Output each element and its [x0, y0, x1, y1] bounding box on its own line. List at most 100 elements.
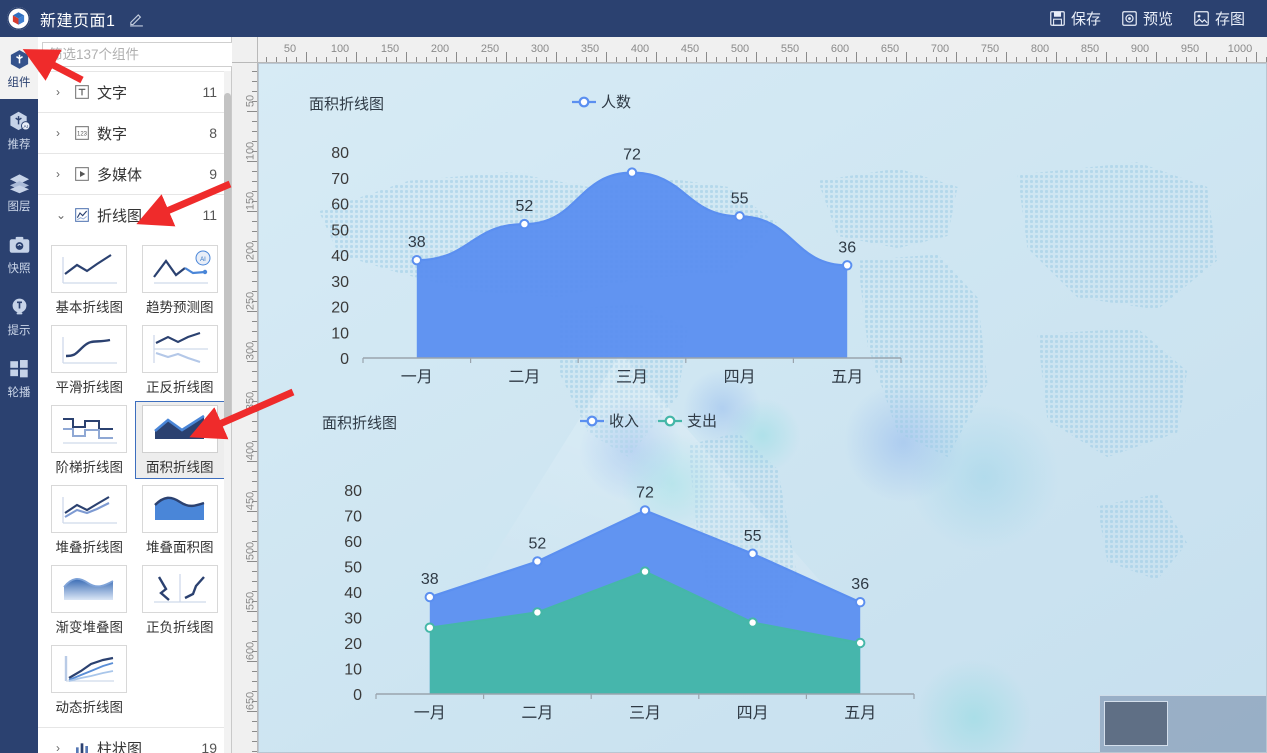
data-point-marker	[532, 607, 543, 618]
ruler-tick	[1206, 52, 1207, 62]
ruler-tick	[252, 231, 257, 232]
ruler-tick	[252, 481, 257, 482]
data-point-label: 36	[838, 239, 856, 256]
canvas-page[interactable]: 面积折线图 人数 0 10 20 30 40 50 60 70 80 38 52 72 55 36 一月 二月…	[258, 63, 1267, 753]
panel-scrollbar-thumb[interactable]	[224, 93, 231, 423]
data-point-marker	[639, 505, 651, 516]
category-row-line-chart[interactable]: ⌄ 折线图 11	[38, 194, 231, 235]
thumb-basic-line[interactable]: 基本折线图	[44, 241, 135, 319]
ruler-tick	[252, 751, 257, 752]
rail-item-recommend[interactable]: AI 推荐	[0, 99, 38, 161]
component-search-input[interactable]	[42, 41, 233, 67]
ruler-tick	[726, 57, 727, 62]
ruler-label: 750	[980, 43, 1000, 55]
y-axis-tick-label: 0	[353, 687, 362, 704]
save-image-button[interactable]: 存图	[1183, 5, 1255, 32]
preview-button-label: 预览	[1142, 11, 1173, 28]
thumb-stacked-line[interactable]: 堆叠折线图	[44, 481, 135, 559]
chart-area-line-2[interactable]: 面积折线图 收入 支出 0 10 20 30 40 50 60 70 80 38 52 72 55 36 一…	[314, 404, 934, 724]
ruler-tick	[806, 52, 807, 62]
ruler-tick	[306, 52, 307, 62]
chevron-right-icon: ›	[56, 167, 60, 181]
category-row-bar-chart[interactable]: › 柱状图 19	[38, 727, 231, 753]
pencil-icon[interactable]	[128, 10, 145, 27]
category-row-number[interactable]: › 123 数字 8	[38, 112, 231, 153]
category-row-text[interactable]: › 文字 11	[38, 71, 231, 112]
data-point-label: 38	[408, 234, 426, 251]
thumb-posneg-line[interactable]: 正负折线图	[135, 561, 226, 639]
ruler-tick	[576, 57, 577, 62]
ruler-tick	[266, 57, 267, 62]
rail-item-tips[interactable]: 提示	[0, 285, 38, 347]
minimap-viewport-rect[interactable]	[1104, 701, 1168, 746]
save-button[interactable]: 保存	[1039, 5, 1111, 32]
ruler-tick	[1116, 57, 1117, 62]
ruler-tick	[586, 57, 587, 62]
ruler-tick	[456, 52, 457, 62]
thumb-preview-gradient-stacked	[51, 565, 128, 613]
rail-item-snapshot[interactable]: 快照	[0, 223, 38, 285]
ruler-tick	[836, 57, 837, 62]
line-chart-icon	[73, 207, 90, 224]
chart-area-line-1[interactable]: 面积折线图 人数 0 10 20 30 40 50 60 70 80 38 52 72 55 36 一月 二月…	[301, 86, 921, 386]
ruler-tick	[606, 52, 607, 62]
ruler-tick	[516, 57, 517, 62]
ruler-label: 600	[830, 43, 850, 55]
canvas-minimap[interactable]	[1099, 695, 1266, 752]
horizontal-ruler[interactable]: 50 100 150 200 250 300 350 400 450 500 550 600 650 70…	[258, 37, 1267, 63]
ruler-tick	[466, 57, 467, 62]
ruler-tick	[906, 52, 907, 62]
thumb-stacked-area[interactable]: 堆叠面积图	[135, 481, 226, 559]
ruler-label: 200	[430, 43, 450, 55]
camera-icon	[9, 236, 29, 253]
ruler-tick	[776, 57, 777, 62]
data-point-label: 72	[623, 147, 641, 164]
category-row-media[interactable]: › 多媒体 9	[38, 153, 231, 194]
thumb-gradient-stacked[interactable]: 渐变堆叠图	[44, 561, 135, 639]
component-panel: › 文字 11 › 123 数字	[38, 37, 246, 753]
ruler-label: 150	[380, 43, 400, 55]
ruler-tick	[646, 57, 647, 62]
category-label-text: 文字	[97, 84, 128, 102]
rail-item-components[interactable]: 组件	[0, 37, 38, 99]
ruler-label: 350	[580, 43, 600, 55]
vertical-ruler[interactable]: 50 100 150 200 250 300 350 400 450 500 550 600 650	[232, 63, 258, 753]
grid-windows-icon	[10, 360, 28, 378]
ruler-tick	[252, 671, 257, 672]
ruler-tick	[326, 57, 327, 62]
data-point-marker	[532, 556, 543, 567]
rail-item-carousel[interactable]: 轮播	[0, 347, 38, 409]
ruler-tick	[856, 52, 857, 62]
thumb-dynamic-line[interactable]: 动态折线图	[44, 641, 135, 719]
thumb-trend-forecast[interactable]: AI 趋势预测图	[135, 241, 226, 319]
thumb-area-line[interactable]: 面积折线图	[134, 401, 225, 479]
ruler-label: 400	[630, 43, 650, 55]
ruler-tick	[846, 57, 847, 62]
number-box-icon: 123	[73, 125, 90, 142]
ruler-tick	[1256, 52, 1257, 62]
thumb-label: 基本折线图	[55, 300, 124, 315]
thumb-mirror-line[interactable]: 正反折线图	[135, 321, 226, 399]
rail-item-layers[interactable]: 图层	[0, 161, 38, 223]
thumb-preview-step-line	[51, 405, 128, 453]
ruler-tick	[956, 52, 957, 62]
ruler-tick	[436, 57, 437, 62]
ruler-tick	[247, 711, 257, 712]
panel-scrollbar-track[interactable]	[224, 71, 231, 753]
category-count-number: 8	[209, 125, 217, 141]
ruler-tick	[386, 57, 387, 62]
ruler-tick	[976, 57, 977, 62]
ruler-corner	[232, 37, 258, 63]
canvas-viewport[interactable]: 面积折线图 人数 0 10 20 30 40 50 60 70 80 38 52 72 55 36 一月 二月…	[258, 63, 1267, 753]
thumb-label: 动态折线图	[55, 700, 124, 715]
preview-button[interactable]: 预览	[1111, 5, 1183, 32]
ruler-label: 350	[244, 391, 256, 411]
ruler-tick	[247, 211, 257, 212]
thumb-step-line[interactable]: 阶梯折线图	[44, 401, 135, 479]
thumb-preview-smooth-line	[51, 325, 128, 373]
thumb-smooth-line[interactable]: 平滑折线图	[44, 321, 135, 399]
panel-scroll-area[interactable]: › 文字 11 › 123 数字 8 › 多媒体 9 ⌄ 折线图 11 基本折线…	[38, 71, 231, 753]
category-label-number: 数字	[97, 125, 128, 143]
ruler-tick	[1036, 57, 1037, 62]
ruler-tick	[666, 57, 667, 62]
